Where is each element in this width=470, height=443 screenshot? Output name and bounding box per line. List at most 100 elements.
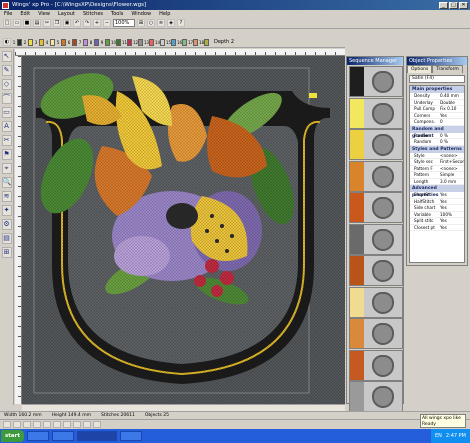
list-tool-icon[interactable]: ▤: [1, 233, 12, 244]
sequence-item[interactable]: [349, 255, 403, 286]
last-stitch-icon[interactable]: [43, 420, 51, 428]
taskbar-item[interactable]: [119, 431, 142, 441]
color-swatch[interactable]: [193, 38, 198, 46]
close-button[interactable]: ✕: [459, 1, 468, 9]
menu-tools[interactable]: Tools: [110, 11, 124, 17]
prev-stitch-icon[interactable]: [13, 420, 21, 428]
select-tool-icon[interactable]: ↖: [1, 51, 12, 62]
property-value[interactable]: Yes: [440, 218, 464, 224]
menu-edit[interactable]: Edit: [19, 11, 31, 17]
zoom-tool-icon[interactable]: 🔍: [1, 177, 12, 188]
target-tool-icon[interactable]: ⌖: [1, 163, 12, 174]
flag-tool-icon[interactable]: ⚑: [1, 149, 12, 160]
sequence-item[interactable]: [349, 286, 403, 318]
3d-view-icon[interactable]: ◈: [167, 19, 175, 27]
property-value[interactable]: First+Second: [440, 159, 464, 165]
sequence-item[interactable]: [349, 192, 403, 223]
property-value[interactable]: Fix 0.10: [440, 106, 464, 112]
settings-tool-icon[interactable]: ⚙: [1, 219, 12, 230]
property-value[interactable]: 0 %: [440, 139, 464, 145]
tab-transform[interactable]: Transform: [432, 65, 463, 73]
sequence-item[interactable]: [349, 160, 403, 192]
grid-tool-icon[interactable]: ⊞: [1, 247, 12, 258]
property-value[interactable]: <none>: [440, 166, 464, 172]
property-value[interactable]: Yes: [440, 225, 464, 231]
save-icon[interactable]: ■: [23, 19, 31, 27]
stop-icon[interactable]: [53, 420, 61, 428]
color-swatch[interactable]: [83, 38, 88, 46]
sequence-item[interactable]: [349, 318, 403, 349]
design-canvas[interactable]: [22, 56, 345, 404]
taskbar-item[interactable]: [26, 431, 49, 441]
copy-icon[interactable]: ❐: [53, 19, 61, 27]
start-button[interactable]: start: [1, 430, 24, 442]
curve-tool-icon[interactable]: ⌒: [1, 93, 12, 104]
color-swatch[interactable]: [72, 38, 77, 46]
property-value[interactable]: 100%: [440, 212, 464, 218]
zoom-select[interactable]: 100%: [113, 19, 135, 27]
wave-tool-icon[interactable]: ≋: [1, 191, 12, 202]
color-swatch[interactable]: [28, 38, 33, 46]
embroidery-design[interactable]: [22, 56, 345, 404]
color-swatch[interactable]: [50, 38, 55, 46]
open-file-icon[interactable]: ▭: [13, 19, 21, 27]
property-value[interactable]: Yes: [440, 192, 464, 198]
paste-icon[interactable]: ▣: [63, 19, 71, 27]
color-swatch[interactable]: [182, 38, 187, 46]
grid-icon[interactable]: ⊞: [137, 19, 145, 27]
help-icon[interactable]: ?: [177, 19, 185, 27]
tray-notification[interactable]: All wings xpo like Ready: [420, 414, 466, 428]
color-swatch[interactable]: [39, 38, 44, 46]
star-tool-icon[interactable]: ✦: [1, 205, 12, 216]
menu-view[interactable]: View: [37, 11, 51, 17]
property-section-header[interactable]: Random and gradient: [410, 125, 464, 139]
menu-file[interactable]: File: [3, 11, 13, 17]
property-value[interactable]: 0: [440, 119, 464, 125]
property-value[interactable]: 0.40 mm: [440, 93, 464, 99]
property-section-header[interactable]: Main properties: [410, 86, 464, 93]
taskbar-item[interactable]: [51, 431, 74, 441]
color-swatch[interactable]: [149, 38, 154, 46]
menu-stitches[interactable]: Stitches: [82, 11, 104, 17]
cut-icon[interactable]: ✂: [43, 19, 51, 27]
cut-tool-icon[interactable]: ✂: [1, 135, 12, 146]
undo-icon[interactable]: ↶: [73, 19, 81, 27]
language-indicator[interactable]: EN: [435, 429, 442, 443]
horizontal-scrollbar[interactable]: [22, 404, 345, 411]
rect-tool-icon[interactable]: ▭: [1, 107, 12, 118]
first-stitch-icon[interactable]: [3, 420, 11, 428]
stitch-view-icon[interactable]: ≋: [157, 19, 165, 27]
property-value[interactable]: Double: [440, 100, 464, 106]
colour-change-icon[interactable]: [93, 420, 101, 428]
color-swatch[interactable]: [204, 38, 209, 46]
property-section-header[interactable]: Advanced properties: [410, 185, 464, 198]
menu-window[interactable]: Window: [130, 11, 152, 17]
minimize-button[interactable]: _: [439, 1, 448, 9]
property-value[interactable]: Yes: [440, 113, 464, 119]
color-swatch[interactable]: [171, 38, 176, 46]
print-icon[interactable]: ▤: [33, 19, 41, 27]
shape-tool-icon[interactable]: ◇: [1, 79, 12, 90]
property-value[interactable]: Yes: [440, 199, 464, 205]
text-tool-icon[interactable]: A: [1, 121, 12, 132]
palette-icon[interactable]: ◐: [3, 38, 11, 46]
sequence-item[interactable]: [349, 66, 403, 97]
property-value[interactable]: 0 %: [440, 133, 464, 139]
color-swatch[interactable]: [116, 38, 121, 46]
sequence-item[interactable]: [349, 349, 403, 381]
jump-icon[interactable]: [83, 420, 91, 428]
hoop-icon[interactable]: ○: [147, 19, 155, 27]
next-stitch-icon[interactable]: [33, 420, 41, 428]
property-value[interactable]: Yes: [440, 205, 464, 211]
menu-layout[interactable]: Layout: [57, 11, 76, 17]
draw-tool-icon[interactable]: ✎: [1, 65, 12, 76]
zoom-in-icon[interactable]: +: [93, 19, 101, 27]
sequence-item[interactable]: [349, 223, 403, 255]
zoom-out-icon[interactable]: −: [103, 19, 111, 27]
redo-icon[interactable]: ↷: [83, 19, 91, 27]
menu-help[interactable]: Help: [158, 11, 171, 17]
property-value[interactable]: 3.0 mm: [440, 179, 464, 185]
color-swatch[interactable]: [138, 38, 143, 46]
trim-icon[interactable]: [73, 420, 81, 428]
color-swatch[interactable]: [94, 38, 99, 46]
